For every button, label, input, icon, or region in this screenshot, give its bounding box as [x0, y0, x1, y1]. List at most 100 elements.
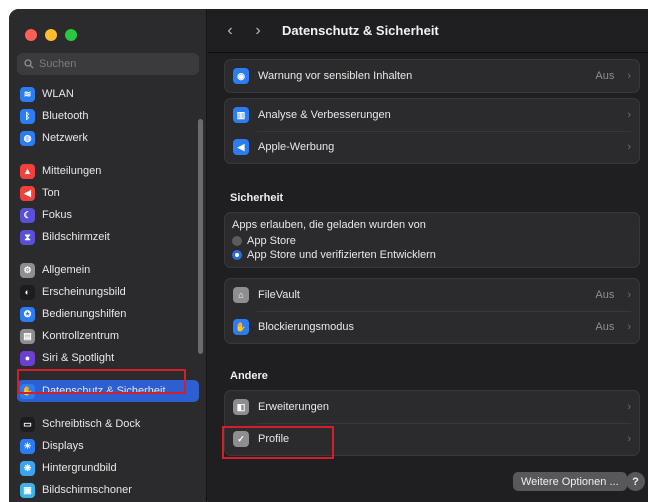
search-field[interactable] — [17, 53, 199, 75]
hourglass-icon: ⧗ — [20, 229, 35, 245]
sidebar-item[interactable]: ᛒ Bluetooth — [17, 105, 199, 127]
sidebar-item[interactable]: ◍ Netzwerk — [17, 127, 199, 149]
analytics-row-label: Apple-Werbung — [258, 141, 335, 153]
extensions-icon: ◧ — [233, 399, 249, 415]
minimize-button[interactable] — [45, 29, 57, 41]
sidebar-item-label: Mitteilungen — [42, 165, 102, 177]
apps-question-label: Apps erlauben, die geladen wurden von — [232, 219, 426, 231]
search-icon — [24, 59, 34, 69]
sidebar-scrollbar[interactable] — [198, 119, 203, 354]
security-row-label: Blockierungsmodus — [258, 321, 354, 333]
window-controls — [25, 29, 77, 41]
analytics-row[interactable]: ▥ Analyse & Verbesserungen › — [225, 99, 639, 131]
sensitive-content-card: ◉ Warnung vor sensiblen Inhalten Aus › — [224, 59, 640, 93]
sidebar-item[interactable]: ☀ Displays — [17, 435, 199, 457]
radio-option[interactable]: App Store und verifizierten Entwicklern — [232, 248, 632, 262]
radio-option[interactable]: App Store — [232, 234, 632, 248]
eye-warning-icon: ◉ — [233, 68, 249, 84]
accessibility-icon: ✪ — [20, 306, 35, 322]
sidebar-item[interactable]: ▣ Bildschirmschoner — [17, 479, 199, 501]
sidebar-item[interactable]: ◐ Erscheinungsbild — [17, 281, 199, 303]
chevron-right-icon: › — [627, 141, 631, 153]
sidebar-item-label: Bedienungshilfen — [42, 308, 127, 320]
sidebar-item-label: Bildschirmschoner — [42, 484, 132, 496]
sidebar-item-label: Allgemein — [42, 264, 91, 276]
other-row-label: Erweiterungen — [258, 401, 329, 413]
other-section-title: Andere — [230, 370, 268, 382]
security-row-label: FileVault — [258, 289, 300, 301]
other-row-label: Profile — [258, 433, 290, 445]
sidebar-item[interactable]: ● Siri & Spotlight — [17, 347, 199, 369]
security-card: ⌂ FileVault Aus › ✋ Blockierungsmodus Aus › — [224, 278, 640, 344]
main-pane: ‹ › Datenschutz & Sicherheit ◉ Warnung vo… — [208, 9, 648, 502]
sidebar-item-label: WLAN — [42, 88, 74, 100]
wallpaper-icon: ❋ — [20, 460, 35, 476]
help-button[interactable]: ? — [626, 472, 645, 491]
chevron-right-icon: › — [627, 321, 631, 333]
chevron-right-icon: › — [627, 109, 631, 121]
security-row-value: Aus — [595, 321, 615, 333]
back-chevron-icon[interactable]: ‹ — [222, 22, 238, 40]
page-title: Datenschutz & Sicherheit — [282, 23, 439, 38]
sidebar-item-label: Ton — [42, 187, 60, 199]
profile-check-icon: ✓ — [233, 431, 249, 447]
zoom-button[interactable] — [65, 29, 77, 41]
chevron-right-icon: › — [627, 401, 631, 413]
sidebar-item-label: Bluetooth — [42, 110, 89, 122]
other-row[interactable]: ✓ Profile › — [225, 423, 639, 455]
close-button[interactable] — [25, 29, 37, 41]
analytics-row-label: Analyse & Verbesserungen — [258, 109, 391, 121]
sidebar-item-label: Schreibtisch & Dock — [42, 418, 141, 430]
sidebar-item[interactable]: ▲ Mitteilungen — [17, 160, 199, 182]
radio-option-label: App Store und verifizierten Entwicklern — [247, 249, 436, 261]
analytics-row[interactable]: ◀ Apple-Werbung › — [225, 131, 639, 163]
forward-chevron-icon[interactable]: › — [250, 22, 266, 40]
moon-icon: ☾ — [20, 207, 35, 223]
sensitive-row-value: Aus — [595, 70, 615, 82]
settings-window: ≋ WLAN ᛒ Bluetooth ◍ Netzwerk ▲ Mitteilungen ◀ To… — [9, 9, 648, 502]
sidebar-item[interactable]: ❋ Hintergrundbild — [17, 457, 199, 479]
apps-download-card: Apps erlauben, die geladen wurden von Ap… — [224, 212, 640, 268]
appearance-icon: ◐ — [20, 284, 35, 300]
sidebar-item[interactable]: ▤ Kontrollzentrum — [17, 325, 199, 347]
sidebar-item-label: Kontrollzentrum — [42, 330, 120, 342]
sensitive-row[interactable]: ◉ Warnung vor sensiblen Inhalten Aus › — [225, 60, 639, 92]
more-options-button[interactable]: Weitere Optionen ... — [513, 472, 627, 491]
hand-icon: ✋ — [233, 319, 249, 335]
wifi-icon: ≋ — [20, 86, 35, 102]
sidebar-item[interactable]: ✋ Datenschutz & Sicherheit — [17, 380, 199, 402]
security-row[interactable]: ✋ Blockierungsmodus Aus › — [225, 311, 639, 343]
megaphone-icon: ◀ — [233, 139, 249, 155]
hand-icon: ✋ — [20, 383, 35, 399]
filevault-icon: ⌂ — [233, 287, 249, 303]
sidebar-item-label: Siri & Spotlight — [42, 352, 115, 364]
sidebar-item[interactable]: ☾ Fokus — [17, 204, 199, 226]
sidebar-item[interactable]: ⧗ Bildschirmzeit — [17, 226, 199, 248]
sidebar-item-label: Fokus — [42, 209, 72, 221]
radio-option-label: App Store — [247, 235, 296, 247]
toolbar: ‹ › Datenschutz & Sicherheit — [208, 9, 648, 53]
sidebar-item[interactable]: ✪ Bedienungshilfen — [17, 303, 199, 325]
sidebar-item-label: Bildschirmzeit — [42, 231, 110, 243]
sidebar-item[interactable]: ⚙ Allgemein — [17, 259, 199, 281]
sidebar-item-label: Hintergrundbild — [42, 462, 117, 474]
security-row[interactable]: ⌂ FileVault Aus › — [225, 279, 639, 311]
sidebar-item-label: Displays — [42, 440, 84, 452]
sidebar-item[interactable]: ≋ WLAN — [17, 83, 199, 105]
sidebar-item[interactable]: ▭ Schreibtisch & Dock — [17, 413, 199, 435]
screensaver-icon: ▣ — [20, 482, 35, 498]
speaker-icon: ◀ — [20, 185, 35, 201]
chevron-right-icon: › — [627, 70, 631, 82]
other-row[interactable]: ◧ Erweiterungen › — [225, 391, 639, 423]
sidebar: ≋ WLAN ᛒ Bluetooth ◍ Netzwerk ▲ Mitteilungen ◀ To… — [9, 9, 207, 502]
security-section-title: Sicherheit — [230, 192, 284, 204]
siri-icon: ● — [20, 350, 35, 366]
sidebar-item[interactable]: ◀ Ton — [17, 182, 199, 204]
search-input[interactable] — [39, 58, 189, 70]
control-center-icon: ▤ — [20, 328, 35, 344]
radio-unselected-icon — [232, 236, 242, 246]
globe-icon: ◍ — [20, 130, 35, 146]
bluetooth-icon: ᛒ — [20, 108, 35, 124]
